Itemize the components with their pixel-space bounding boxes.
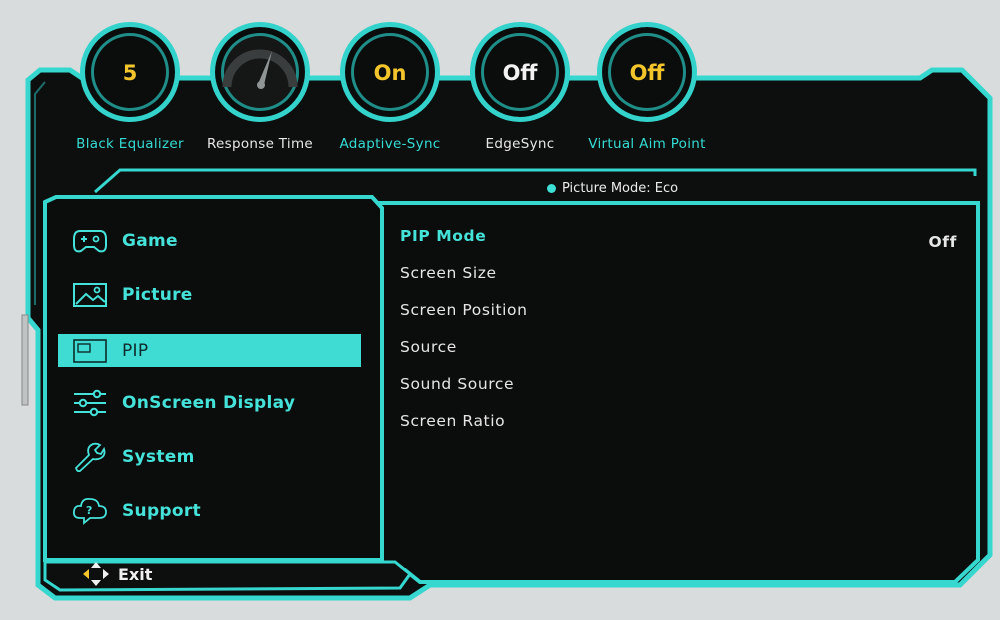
dial-ring: On [340,22,440,122]
exit-label: Exit [118,564,153,584]
submenu-item-pip-mode[interactable]: PIP Mode Off [400,227,960,251]
dial-value: 5 [122,61,138,85]
menu-label: PIP [122,340,149,361]
submenu-label: Screen Size [400,264,497,282]
submenu-item-screen-position[interactable]: Screen Position [400,301,960,325]
sliders-icon [72,386,112,419]
dial-label: Response Time [206,136,314,152]
dial-ring [210,22,310,122]
dial-adaptive-sync[interactable]: On Adaptive-Sync [328,0,452,170]
dial-label: EdgeSync [485,136,555,152]
menu-label: System [122,446,195,467]
menu-label: Support [122,500,201,521]
joystick-icon [83,562,109,586]
menu-item-onscreen-display[interactable]: OnScreen Display [58,386,361,419]
submenu-item-source[interactable]: Source [400,338,960,362]
submenu-label: Source [400,338,457,356]
gamepad-icon [72,224,112,257]
speedometer-icon [222,49,298,89]
picture-mode-text: Picture Mode: Eco [562,180,679,196]
help-cloud-icon: ? [72,494,112,527]
pip-icon [72,334,112,367]
status-dot-icon [547,183,556,193]
dial-virtual-aim-point[interactable]: Off Virtual Aim Point [585,0,709,170]
dial-value: Off [502,61,538,85]
submenu-item-screen-ratio[interactable]: Screen Ratio [400,412,960,436]
dial-ring: 5 [80,22,180,122]
osd-screen: 5 Black Equalizer Response Time On Adapt… [0,0,1000,620]
menu-label: Picture [122,284,193,305]
submenu-value: Off [928,233,957,251]
submenu-label: PIP Mode [400,227,487,245]
submenu-item-sound-source[interactable]: Sound Source [400,375,960,399]
dial-black-equalizer[interactable]: 5 Black Equalizer [68,0,192,170]
dial-edgesync[interactable]: Off EdgeSync [458,0,582,170]
dial-ring: Off [470,22,570,122]
submenu-label: Screen Position [400,301,528,319]
dial-label: Adaptive-Sync [339,136,441,152]
dial-ring: Off [597,22,697,122]
dial-label: Virtual Aim Point [588,136,706,152]
dial-label: Black Equalizer [76,136,184,152]
picture-icon [72,278,112,311]
menu-item-system[interactable]: System [58,440,361,473]
menu-label: Game [122,230,178,251]
exit-button[interactable]: Exit [82,561,152,587]
submenu-item-screen-size[interactable]: Screen Size [400,264,960,288]
menu-item-picture[interactable]: Picture [58,278,361,311]
svg-text:?: ? [86,504,92,517]
submenu-label: Sound Source [400,375,515,393]
menu-item-pip[interactable]: PIP [58,334,361,367]
menu-item-game[interactable]: Game [58,224,361,257]
dial-response-time[interactable]: Response Time [198,0,322,170]
picture-mode-indicator: Picture Mode: Eco [547,178,678,198]
menu-item-support[interactable]: ? Support [58,494,361,527]
submenu-label: Screen Ratio [400,412,506,430]
menu-label: OnScreen Display [122,392,296,413]
wrench-icon [72,440,112,473]
dial-value: On [373,61,407,85]
dial-value: Off [629,61,665,85]
